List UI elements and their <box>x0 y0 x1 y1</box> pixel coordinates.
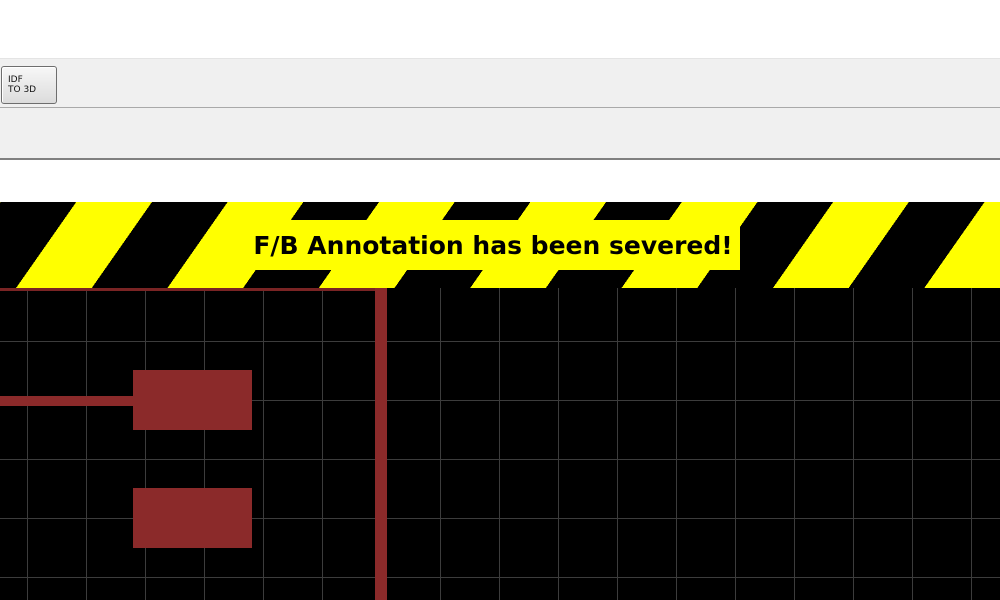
idf-button-label-line1: IDF <box>8 75 23 85</box>
warning-banner: F/B Annotation has been severed! <box>0 202 1000 288</box>
idf-button-label-line2: TO 3D <box>8 85 37 95</box>
idf-to-3d-button[interactable]: IDF TO 3D <box>1 66 57 104</box>
secondary-toolbar <box>0 108 1000 160</box>
toolbar-gap <box>0 160 1000 202</box>
title-area <box>0 0 1000 58</box>
warning-message: F/B Annotation has been severed! <box>246 220 740 270</box>
copper-trace[interactable] <box>0 396 140 406</box>
pcb-canvas[interactable] <box>0 288 1000 600</box>
board-outline-right[interactable] <box>375 288 387 600</box>
smd-pad-2[interactable] <box>133 488 252 548</box>
toolbar: IDF TO 3D <box>0 58 1000 108</box>
board-outline-top <box>0 288 386 291</box>
smd-pad-1[interactable] <box>133 370 252 430</box>
